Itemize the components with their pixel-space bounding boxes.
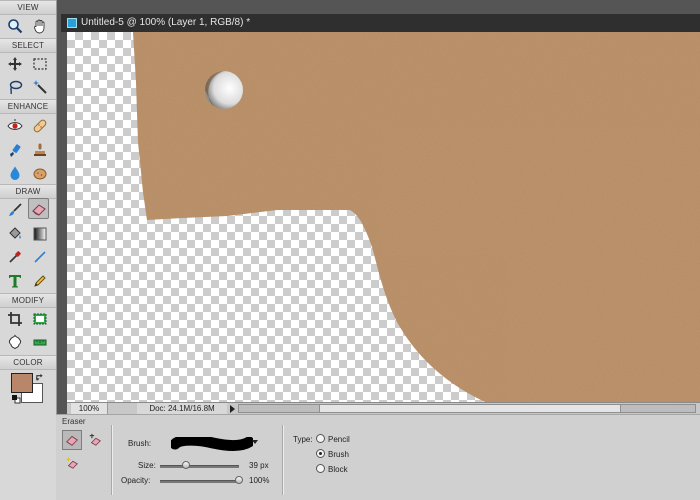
straighten-tool[interactable] (29, 331, 50, 352)
section-label-select: SELECT (0, 38, 56, 53)
recompose-icon (33, 313, 46, 324)
bandage-icon (33, 119, 46, 132)
document-app-icon (67, 18, 77, 28)
recompose-tool[interactable] (29, 308, 50, 329)
tool-options-bar: Eraser Brush: Size: 39 px Opacity: 100% … (56, 414, 700, 500)
type-tool[interactable] (4, 270, 25, 291)
magic-wand-tool[interactable] (29, 76, 50, 97)
move-arrows-icon (7, 56, 22, 71)
brush-preview[interactable] (171, 437, 253, 451)
opacity-label: Opacity: (121, 476, 151, 485)
section-label-color: COLOR (0, 355, 56, 370)
default-colors-icon[interactable] (11, 394, 21, 404)
red-eye-tool[interactable] (4, 115, 25, 136)
smart-brush-tool[interactable] (4, 139, 25, 160)
brush-tool[interactable] (4, 199, 25, 220)
type-pencil-radio[interactable] (316, 434, 325, 443)
options-title: Eraser (62, 417, 86, 426)
background-eraser-option[interactable] (85, 430, 105, 450)
magic-eraser-icon (65, 456, 78, 469)
options-separator (282, 425, 284, 495)
cardboard-layer (133, 32, 700, 402)
type-block-radio[interactable] (316, 464, 325, 473)
type-pencil-label[interactable]: Pencil (328, 435, 350, 444)
crop-tool[interactable] (4, 308, 25, 329)
eyedropper-tool[interactable] (4, 246, 25, 267)
horizontal-scrollbar-thumb[interactable] (319, 405, 621, 412)
dashed-rectangle-icon (32, 57, 47, 70)
lasso-icon (9, 80, 22, 94)
background-eraser-icon (89, 433, 101, 446)
status-bar: 100% Doc: 24.1M/16.8M (67, 402, 700, 414)
hand-tool[interactable] (29, 15, 50, 36)
size-label: Size: (138, 461, 156, 470)
brush-dropdown-icon[interactable] (252, 440, 258, 444)
cardboard-texture (133, 32, 700, 402)
magnifier-icon (7, 18, 22, 33)
zoom-tool[interactable] (4, 15, 25, 36)
lasso-tool[interactable] (4, 76, 25, 97)
pencil-icon (33, 274, 46, 287)
image-canvas[interactable] (67, 32, 700, 402)
zoom-readout[interactable]: 100% (71, 403, 108, 414)
opacity-slider-track[interactable] (160, 480, 239, 483)
drop-icon (10, 166, 19, 180)
spot-healing-tool[interactable] (29, 115, 50, 136)
clone-stamp-tool[interactable] (29, 139, 50, 160)
paint-bucket-icon (8, 226, 21, 239)
pencil-tool[interactable] (29, 270, 50, 291)
size-slider-track[interactable] (160, 465, 239, 468)
line-tool[interactable] (29, 246, 50, 267)
section-label-draw: DRAW (0, 184, 56, 199)
sponge-icon (33, 168, 46, 179)
stamp-icon (33, 143, 46, 156)
document-size-readout: Doc: 24.1M/16.8M (137, 403, 227, 414)
section-label-modify: MODIFY (0, 293, 56, 308)
straighten-icon (33, 339, 46, 345)
horizontal-scrollbar[interactable] (238, 404, 696, 413)
size-slider-thumb[interactable] (182, 461, 191, 469)
gradient-tool[interactable] (29, 223, 50, 244)
hand-icon (33, 19, 44, 33)
crop-icon (7, 311, 22, 326)
foreground-color-swatch[interactable] (11, 373, 33, 393)
type-label: Type: (293, 435, 313, 444)
document-title: Untitled-5 @ 100% (Layer 1, RGB/8) * (81, 17, 251, 28)
document-tab[interactable]: Untitled-5 @ 100% (Layer 1, RGB/8) * (61, 14, 700, 32)
magic-wand-icon (32, 79, 47, 94)
section-label-enhance: ENHANCE (0, 99, 56, 114)
eraser-option[interactable] (62, 430, 82, 450)
line-icon (33, 250, 46, 263)
options-separator (111, 425, 113, 495)
type-brush-label[interactable]: Brush (328, 450, 349, 459)
paint-bucket-tool[interactable] (4, 223, 25, 244)
section-label-view: VIEW (0, 0, 56, 15)
cookie-cutter-icon (8, 334, 21, 349)
eraser-tool[interactable] (28, 198, 49, 219)
swap-colors-icon[interactable] (35, 373, 44, 382)
size-value[interactable]: 39 px (249, 461, 269, 470)
gradient-icon (33, 227, 46, 240)
type-block-label[interactable]: Block (328, 465, 348, 474)
blur-tool[interactable] (4, 162, 25, 183)
toolbox: VIEW SELECT ENHANCE DRAW MODIFY COLOR (0, 0, 57, 500)
cookie-cutter-tool[interactable] (4, 331, 25, 352)
brush-label: Brush: (128, 439, 152, 448)
magic-eraser-option[interactable] (62, 453, 82, 473)
type-brush-radio[interactable] (316, 449, 325, 458)
type-T-icon (8, 274, 21, 287)
eye-icon (6, 118, 23, 130)
opacity-value[interactable]: 100% (249, 476, 269, 485)
paintbrush-icon (8, 202, 22, 216)
sponge-tool[interactable] (29, 162, 50, 183)
eyedropper-icon (8, 250, 21, 263)
marquee-tool[interactable] (29, 53, 50, 74)
document-window: Untitled-5 @ 100% (Layer 1, RGB/8) * 100… (61, 14, 700, 414)
eraser-icon (31, 203, 46, 216)
opacity-slider-thumb[interactable] (235, 476, 243, 484)
status-menu-arrow-icon[interactable] (230, 405, 235, 413)
move-tool[interactable] (4, 53, 25, 74)
smart-brush-icon (9, 143, 21, 157)
eraser-icon (66, 435, 78, 446)
